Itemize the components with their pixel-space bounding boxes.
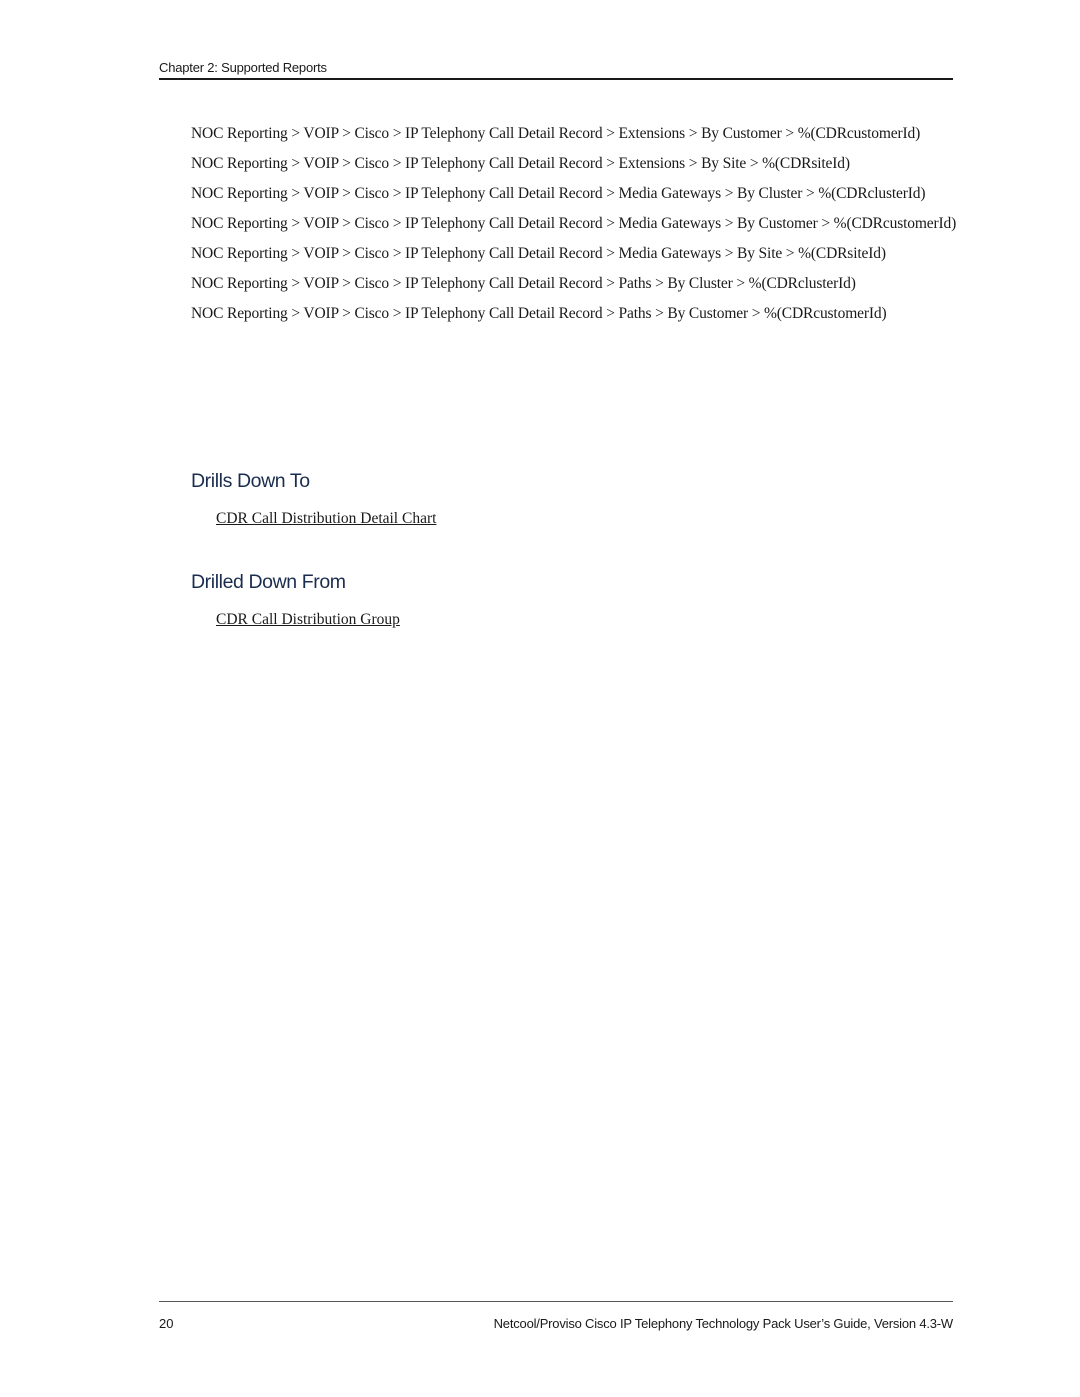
drilled-down-from-heading: Drilled Down From (191, 571, 346, 593)
navigation-path: NOC Reporting > VOIP > Cisco > IP Teleph… (191, 245, 886, 262)
document-title: Netcool/Proviso Cisco IP Telephony Techn… (493, 1316, 954, 1331)
navigation-path: NOC Reporting > VOIP > Cisco > IP Teleph… (191, 275, 856, 292)
navigation-path-list: NOC Reporting > VOIP > Cisco > IP Teleph… (191, 123, 961, 333)
cdr-call-distribution-group-link[interactable]: CDR Call Distribution Group (216, 611, 400, 629)
footer-divider (159, 1301, 953, 1302)
drills-down-to-heading: Drills Down To (191, 470, 310, 492)
navigation-path: NOC Reporting > VOIP > Cisco > IP Teleph… (191, 305, 887, 322)
cdr-call-distribution-detail-chart-link[interactable]: CDR Call Distribution Detail Chart (216, 510, 436, 528)
navigation-path: NOC Reporting > VOIP > Cisco > IP Teleph… (191, 185, 926, 202)
chapter-header: Chapter 2: Supported Reports (159, 60, 327, 75)
header-divider (159, 78, 953, 80)
navigation-path: NOC Reporting > VOIP > Cisco > IP Teleph… (191, 155, 850, 172)
navigation-path: NOC Reporting > VOIP > Cisco > IP Teleph… (191, 125, 921, 142)
navigation-path: NOC Reporting > VOIP > Cisco > IP Teleph… (191, 215, 957, 232)
page-number: 20 (159, 1316, 174, 1331)
